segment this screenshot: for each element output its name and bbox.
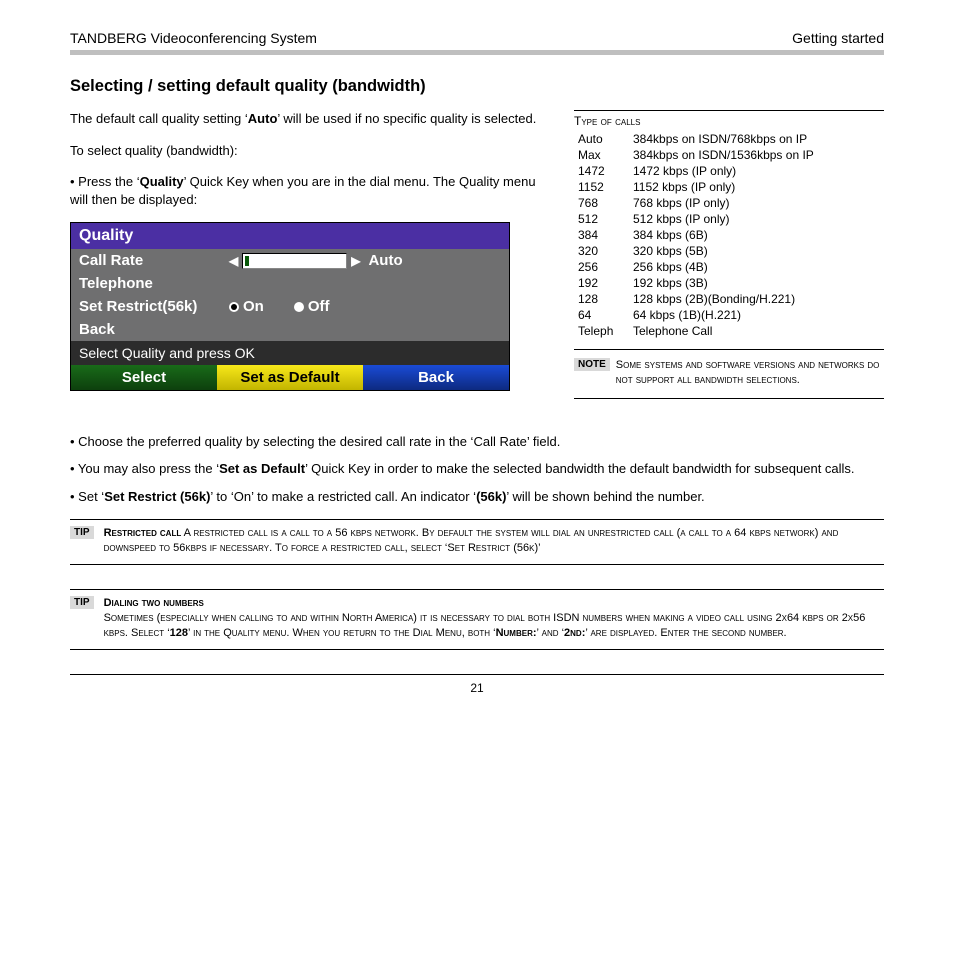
restrict-off-radio[interactable]: Off — [294, 298, 330, 315]
softkey-default[interactable]: Set as Default — [217, 365, 363, 390]
table-row: 192192 kbps (3B) — [574, 275, 884, 291]
rate-key: 1152 — [574, 179, 629, 195]
rate-value: 768 kbps (IP only) — [629, 195, 884, 211]
rate-value: 512 kbps (IP only) — [629, 211, 884, 227]
rate-key: 1472 — [574, 163, 629, 179]
page-number: 21 — [70, 674, 884, 695]
bullet-2: • You may also press the ‘Set as Default… — [70, 460, 884, 478]
rate-value: 320 kbps (5B) — [629, 243, 884, 259]
tip-dialing-two: TIP Dialing two numbers Sometimes (espec… — [70, 589, 884, 650]
chevron-right-icon[interactable]: ▶ — [351, 254, 360, 268]
menu-row-callrate[interactable]: Call Rate ◀ ▶ Auto — [71, 249, 509, 272]
header-right: Getting started — [792, 30, 884, 46]
section-title: Selecting / setting default quality (ban… — [70, 77, 884, 96]
menu-row-back[interactable]: Back — [71, 318, 509, 341]
rate-value: 1152 kbps (IP only) — [629, 179, 884, 195]
softkey-select[interactable]: Select — [71, 365, 217, 390]
table-row: TelephTelephone Call — [574, 323, 884, 339]
table-row: 320320 kbps (5B) — [574, 243, 884, 259]
table-row: 128128 kbps (2B)(Bonding/H.221) — [574, 291, 884, 307]
rate-value: Telephone Call — [629, 323, 884, 339]
callrate-input[interactable] — [242, 253, 347, 269]
table-row: 768768 kbps (IP only) — [574, 195, 884, 211]
rate-key: 192 — [574, 275, 629, 291]
header-rule — [70, 50, 884, 55]
rate-key: 64 — [574, 307, 629, 323]
table-row: 384384 kbps (6B) — [574, 227, 884, 243]
intro-3: • Press the ‘Quality’ Quick Key when you… — [70, 173, 544, 208]
note-box: NOTE Some systems and software versions … — [574, 358, 884, 388]
bullet-1: • Choose the preferred quality by select… — [70, 433, 884, 451]
chevron-left-icon[interactable]: ◀ — [229, 254, 238, 268]
rate-value: 384 kbps (6B) — [629, 227, 884, 243]
rate-key: Max — [574, 147, 629, 163]
rate-key: 384 — [574, 227, 629, 243]
bullet-3: • Set ‘Set Restrict (56k)’ to ‘On’ to ma… — [70, 488, 884, 506]
table-row: 512512 kbps (IP only) — [574, 211, 884, 227]
restrict-on-radio[interactable]: On — [229, 298, 264, 315]
rate-key: Auto — [574, 131, 629, 147]
rate-key: Teleph — [574, 323, 629, 339]
menu-title: Quality — [71, 223, 509, 249]
table-row: Max384kbps on ISDN/1536kbps on IP — [574, 147, 884, 163]
menu-help: Select Quality and press OK — [71, 341, 509, 365]
rate-value: 64 kbps (1B)(H.221) — [629, 307, 884, 323]
table-row: 11521152 kbps (IP only) — [574, 179, 884, 195]
table-row: 256256 kbps (4B) — [574, 259, 884, 275]
tip-badge: TIP — [70, 526, 94, 539]
note-text: Some systems and software versions and n… — [616, 358, 884, 388]
rate-value: 1472 kbps (IP only) — [629, 163, 884, 179]
tip-badge: TIP — [70, 596, 94, 609]
note-badge: NOTE — [574, 358, 610, 371]
tip-restricted-call: TIP Restricted call A restricted call is… — [70, 519, 884, 565]
rate-key: 320 — [574, 243, 629, 259]
rate-key: 256 — [574, 259, 629, 275]
table-row: Auto384kbps on ISDN/768kbps on IP — [574, 131, 884, 147]
rate-value: 384kbps on ISDN/768kbps on IP — [629, 131, 884, 147]
rates-table: Auto384kbps on ISDN/768kbps on IPMax384k… — [574, 131, 884, 339]
rate-value: 128 kbps (2B)(Bonding/H.221) — [629, 291, 884, 307]
rate-key: 128 — [574, 291, 629, 307]
table-row: 14721472 kbps (IP only) — [574, 163, 884, 179]
rates-title: Type of calls — [574, 110, 884, 128]
callrate-label: Call Rate — [79, 252, 229, 269]
rate-value: 256 kbps (4B) — [629, 259, 884, 275]
rate-value: 384kbps on ISDN/1536kbps on IP — [629, 147, 884, 163]
intro-1: The default call quality setting ‘Auto’ … — [70, 110, 544, 128]
rate-value: 192 kbps (3B) — [629, 275, 884, 291]
intro-2: To select quality (bandwidth): — [70, 142, 544, 160]
rate-key: 768 — [574, 195, 629, 211]
quality-menu: Quality Call Rate ◀ ▶ Auto Telephone — [70, 222, 510, 391]
header-left: TANDBERG Videoconferencing System — [70, 30, 317, 46]
callrate-value: Auto — [368, 252, 402, 269]
header: TANDBERG Videoconferencing System Gettin… — [70, 30, 884, 50]
rate-key: 512 — [574, 211, 629, 227]
menu-row-telephone[interactable]: Telephone — [71, 272, 509, 295]
table-row: 6464 kbps (1B)(H.221) — [574, 307, 884, 323]
menu-row-restrict[interactable]: Set Restrict(56k) On Off — [71, 295, 509, 318]
softkey-back[interactable]: Back — [363, 365, 509, 390]
